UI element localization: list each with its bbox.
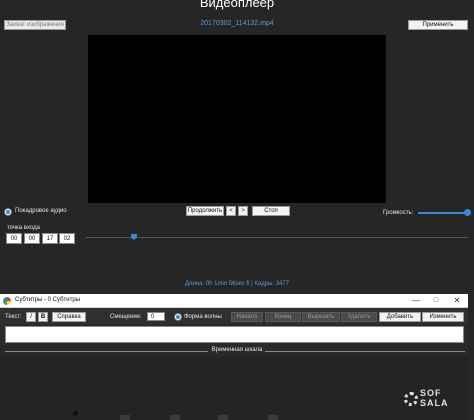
- text-label: Текст:: [5, 314, 22, 320]
- subtitles-window-title: Субтитры - 0 Субтитры: [15, 297, 81, 303]
- timeline-divider-right: [265, 351, 465, 352]
- next-frame-button[interactable]: >: [238, 206, 248, 216]
- end-button[interactable]: Конец: [265, 312, 301, 322]
- entry-seconds-field[interactable]: 17: [42, 233, 58, 244]
- close-icon[interactable]: ✕: [451, 296, 463, 306]
- timeline-marker: [120, 415, 130, 420]
- bold-button[interactable]: B: [38, 312, 48, 322]
- video-player-window: Видеоплеер Захват изображения 20170302_1…: [0, 0, 474, 294]
- player-title: Видеоплеер: [199, 0, 275, 10]
- gear-icon: [404, 392, 418, 406]
- video-filename: 20170302_114132.mp4: [200, 20, 274, 27]
- continue-button[interactable]: Продолжить: [186, 206, 224, 216]
- subtitles-window: Субтитры - 0 Субтитры — □ ✕ Текст: I B С…: [0, 294, 468, 420]
- frame-audio-radio[interactable]: [4, 208, 12, 216]
- watermark-logo: SOF SALA: [404, 386, 470, 418]
- seek-slider-handle[interactable]: [131, 234, 137, 240]
- add-subtitle-button[interactable]: Добавить: [379, 312, 421, 322]
- subtitles-title-bar: Субтитры - 0 Субтитры — □ ✕: [0, 294, 468, 308]
- offset-label: Смещение:: [110, 314, 142, 320]
- volume-slider-handle[interactable]: [464, 209, 471, 216]
- delete-button[interactable]: Удалить: [341, 312, 377, 322]
- frame-audio-label: Покадровое аудио: [15, 208, 67, 214]
- player-title-bar: Видеоплеер: [0, 0, 474, 12]
- entry-point-label: точка входа: [7, 225, 40, 231]
- help-button[interactable]: Справка: [52, 312, 86, 322]
- watermark-text: SOF SALA: [420, 388, 449, 408]
- timeline-marker: [218, 415, 228, 420]
- seek-slider-track[interactable]: [86, 237, 468, 238]
- duration-info: Длина: 0h 1min 56sec fi | Кадры: 3477: [184, 281, 290, 287]
- minimize-icon[interactable]: —: [410, 296, 422, 306]
- entry-frames-field[interactable]: 02: [59, 233, 75, 244]
- offset-input[interactable]: 0: [147, 312, 165, 321]
- timeline-marker: [268, 415, 278, 420]
- timeline-area[interactable]: [0, 356, 468, 420]
- start-button[interactable]: Начало: [231, 312, 263, 322]
- stop-button[interactable]: Стоп: [252, 206, 290, 216]
- maximize-icon[interactable]: □: [430, 296, 442, 306]
- apply-button[interactable]: Применить: [408, 20, 468, 30]
- subtitle-text-input[interactable]: [5, 326, 464, 343]
- timeline-label: Временная шкала: [211, 347, 263, 353]
- waveform-radio[interactable]: [174, 313, 182, 321]
- volume-label: Громкость:: [383, 210, 414, 216]
- cut-button[interactable]: Вырезать: [302, 312, 340, 322]
- entry-minutes-field[interactable]: 00: [24, 233, 40, 244]
- timeline-marker: [170, 415, 180, 420]
- prev-frame-button[interactable]: <: [226, 206, 236, 216]
- volume-slider-track[interactable]: [418, 212, 466, 214]
- video-display[interactable]: [88, 35, 386, 203]
- waveform-label: Форма волны: [184, 314, 222, 320]
- app-color-wheel-icon: [3, 297, 11, 305]
- entry-hours-field[interactable]: 00: [6, 233, 22, 244]
- timeline-cursor[interactable]: [73, 411, 78, 416]
- italic-button[interactable]: I: [26, 312, 36, 322]
- edit-subtitle-button[interactable]: Изменить: [422, 312, 464, 322]
